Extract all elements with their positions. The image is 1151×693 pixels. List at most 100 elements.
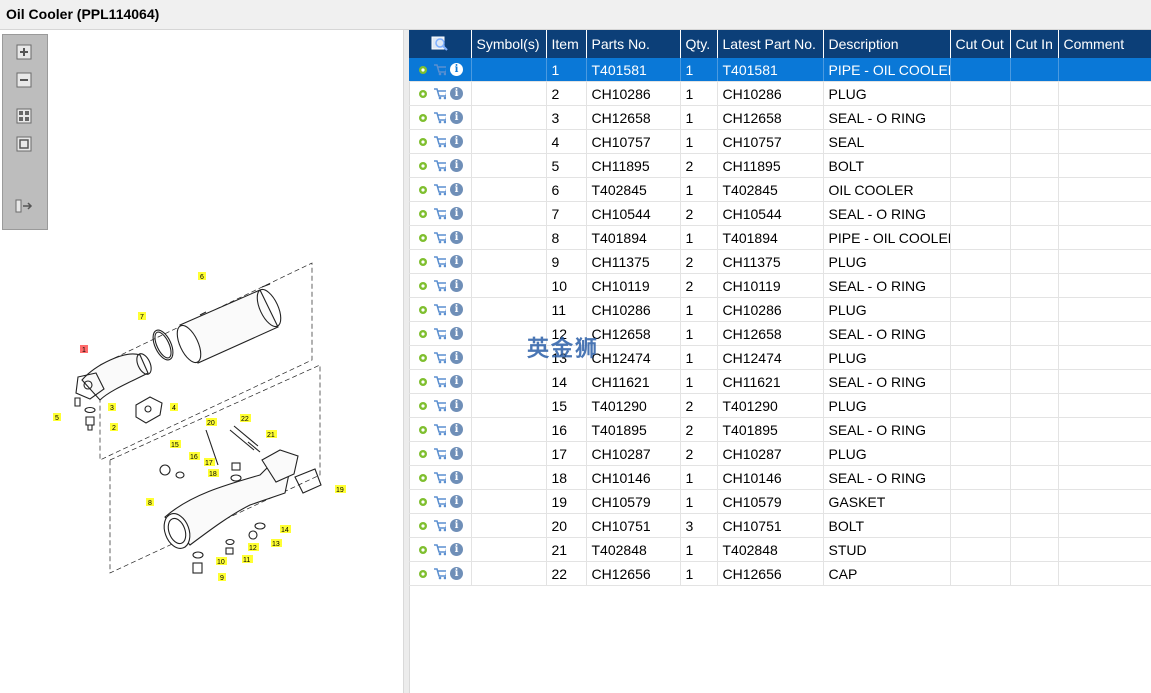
cart-icon[interactable] bbox=[433, 63, 446, 76]
gear-icon[interactable] bbox=[416, 327, 429, 340]
column-header-description[interactable]: Description bbox=[823, 30, 951, 58]
table-row[interactable]: i 15 T401290 2 T401290 PLUG bbox=[409, 393, 1151, 418]
column-header-parts-no[interactable]: Parts No. bbox=[586, 30, 681, 58]
table-row[interactable]: i 4 CH10757 1 CH10757 SEAL bbox=[409, 129, 1151, 154]
table-row[interactable]: i 2 CH10286 1 CH10286 PLUG bbox=[409, 81, 1151, 106]
gear-icon[interactable] bbox=[416, 471, 429, 484]
cart-icon[interactable] bbox=[433, 519, 446, 532]
info-icon[interactable]: i bbox=[450, 327, 463, 340]
info-icon[interactable]: i bbox=[450, 231, 463, 244]
column-header-latest-part-no[interactable]: Latest Part No. bbox=[717, 30, 824, 58]
table-row[interactable]: i 16 T401895 2 T401895 SEAL - O RING bbox=[409, 417, 1151, 442]
column-header-symbols[interactable]: Symbol(s) bbox=[471, 30, 547, 58]
table-row[interactable]: i 22 CH12656 1 CH12656 CAP bbox=[409, 561, 1151, 586]
info-icon[interactable]: i bbox=[450, 351, 463, 364]
info-icon[interactable]: i bbox=[450, 375, 463, 388]
table-row[interactable]: i 11 CH10286 1 CH10286 PLUG bbox=[409, 297, 1151, 322]
table-row[interactable]: i 21 T402848 1 T402848 STUD bbox=[409, 537, 1151, 562]
cart-icon[interactable] bbox=[433, 399, 446, 412]
gear-icon[interactable] bbox=[416, 279, 429, 292]
gear-icon[interactable] bbox=[416, 351, 429, 364]
fit-page-icon[interactable] bbox=[15, 107, 33, 125]
info-icon[interactable]: i bbox=[450, 495, 463, 508]
gear-icon[interactable] bbox=[416, 567, 429, 580]
column-header-item[interactable]: Item bbox=[546, 30, 587, 58]
gear-icon[interactable] bbox=[416, 303, 429, 316]
gear-icon[interactable] bbox=[416, 207, 429, 220]
table-row[interactable]: i 19 CH10579 1 CH10579 GASKET bbox=[409, 489, 1151, 514]
gear-icon[interactable] bbox=[416, 159, 429, 172]
info-icon[interactable]: i bbox=[450, 183, 463, 196]
cart-icon[interactable] bbox=[433, 87, 446, 100]
gear-icon[interactable] bbox=[416, 495, 429, 508]
info-icon[interactable]: i bbox=[450, 471, 463, 484]
info-icon[interactable]: i bbox=[450, 543, 463, 556]
gear-icon[interactable] bbox=[416, 447, 429, 460]
info-icon[interactable]: i bbox=[450, 63, 463, 76]
gear-icon[interactable] bbox=[416, 519, 429, 532]
cart-icon[interactable] bbox=[433, 471, 446, 484]
cart-icon[interactable] bbox=[433, 303, 446, 316]
gear-icon[interactable] bbox=[416, 543, 429, 556]
cart-icon[interactable] bbox=[433, 375, 446, 388]
info-icon[interactable]: i bbox=[450, 87, 463, 100]
cart-icon[interactable] bbox=[433, 231, 446, 244]
info-icon[interactable]: i bbox=[450, 279, 463, 292]
cart-icon[interactable] bbox=[433, 567, 446, 580]
gear-icon[interactable] bbox=[416, 135, 429, 148]
cart-icon[interactable] bbox=[433, 279, 446, 292]
cart-icon[interactable] bbox=[433, 255, 446, 268]
table-row[interactable]: i 1 T401581 1 T401581 PIPE - OIL COOLER bbox=[409, 58, 1151, 82]
gear-icon[interactable] bbox=[416, 423, 429, 436]
info-icon[interactable]: i bbox=[450, 255, 463, 268]
table-row[interactable]: i 14 CH11621 1 CH11621 SEAL - O RING bbox=[409, 369, 1151, 394]
gear-icon[interactable] bbox=[416, 111, 429, 124]
cart-icon[interactable] bbox=[433, 207, 446, 220]
toggle-list-icon[interactable] bbox=[15, 197, 33, 215]
table-row[interactable]: i 3 CH12658 1 CH12658 SEAL - O RING bbox=[409, 105, 1151, 130]
cart-icon[interactable] bbox=[433, 159, 446, 172]
zoom-out-icon[interactable] bbox=[15, 71, 33, 89]
info-icon[interactable]: i bbox=[450, 303, 463, 316]
table-row[interactable]: i 7 CH10544 2 CH10544 SEAL - O RING bbox=[409, 201, 1151, 226]
info-icon[interactable]: i bbox=[450, 423, 463, 436]
cart-icon[interactable] bbox=[433, 111, 446, 124]
zoom-in-icon[interactable] bbox=[15, 43, 33, 61]
cart-icon[interactable] bbox=[433, 327, 446, 340]
table-row[interactable]: i 6 T402845 1 T402845 OIL COOLER bbox=[409, 177, 1151, 202]
gear-icon[interactable] bbox=[416, 87, 429, 100]
info-icon[interactable]: i bbox=[450, 159, 463, 172]
column-header-qty[interactable]: Qty. bbox=[680, 30, 718, 58]
table-row[interactable]: i 17 CH10287 2 CH10287 PLUG bbox=[409, 441, 1151, 466]
cart-icon[interactable] bbox=[433, 423, 446, 436]
cart-icon[interactable] bbox=[433, 135, 446, 148]
info-icon[interactable]: i bbox=[450, 135, 463, 148]
table-row[interactable]: i 18 CH10146 1 CH10146 SEAL - O RING bbox=[409, 465, 1151, 490]
info-icon[interactable]: i bbox=[450, 447, 463, 460]
gear-icon[interactable] bbox=[416, 231, 429, 244]
info-icon[interactable]: i bbox=[450, 399, 463, 412]
gear-icon[interactable] bbox=[416, 255, 429, 268]
table-row[interactable]: i 13 CH12474 1 CH12474 PLUG bbox=[409, 345, 1151, 370]
info-icon[interactable]: i bbox=[450, 111, 463, 124]
gear-icon[interactable] bbox=[416, 63, 429, 76]
table-row[interactable]: i 5 CH11895 2 CH11895 BOLT bbox=[409, 153, 1151, 178]
column-header-cut-in[interactable]: Cut In bbox=[1010, 30, 1059, 58]
column-header-cut-out[interactable]: Cut Out bbox=[950, 30, 1011, 58]
actual-size-icon[interactable] bbox=[15, 135, 33, 153]
info-icon[interactable]: i bbox=[450, 567, 463, 580]
info-icon[interactable]: i bbox=[450, 207, 463, 220]
cart-icon[interactable] bbox=[433, 351, 446, 364]
table-row[interactable]: i 8 T401894 1 T401894 PIPE - OIL COOLER bbox=[409, 225, 1151, 250]
column-header-search[interactable] bbox=[409, 30, 472, 58]
cart-icon[interactable] bbox=[433, 447, 446, 460]
cart-icon[interactable] bbox=[433, 183, 446, 196]
gear-icon[interactable] bbox=[416, 375, 429, 388]
table-row[interactable]: i 10 CH10119 2 CH10119 SEAL - O RING bbox=[409, 273, 1151, 298]
table-row[interactable]: i 9 CH11375 2 CH11375 PLUG bbox=[409, 249, 1151, 274]
info-icon[interactable]: i bbox=[450, 519, 463, 532]
table-row[interactable]: i 12 CH12658 1 CH12658 SEAL - O RING bbox=[409, 321, 1151, 346]
gear-icon[interactable] bbox=[416, 183, 429, 196]
cart-icon[interactable] bbox=[433, 543, 446, 556]
gear-icon[interactable] bbox=[416, 399, 429, 412]
